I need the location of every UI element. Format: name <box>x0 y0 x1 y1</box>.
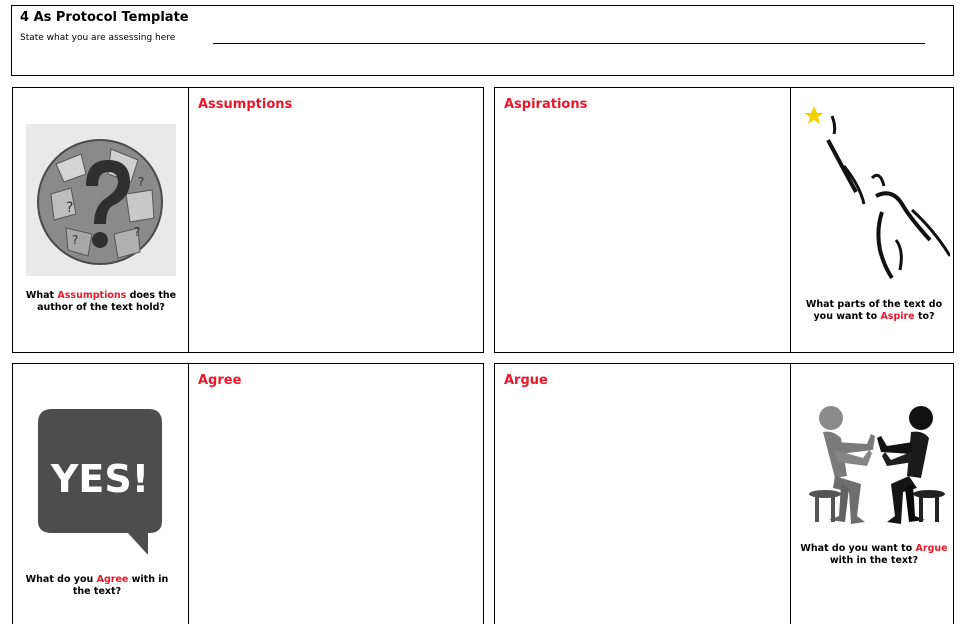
page-title: 4 As Protocol Template <box>20 10 189 25</box>
agree-keyword: Agree <box>96 574 129 585</box>
svg-text:?: ? <box>72 233 78 247</box>
aspirations-response-area[interactable] <box>497 118 787 350</box>
assumptions-panel: ? ? ? ? What Assumptions does the author… <box>12 87 484 353</box>
assessing-prompt: State what you are assessing here <box>20 33 176 43</box>
agree-heading: Agree <box>198 373 242 388</box>
svg-text:?: ? <box>66 200 73 216</box>
svg-text:?: ? <box>134 225 140 239</box>
aspirations-heading: Aspirations <box>504 97 588 112</box>
aspirations-panel: Aspirations What parts of the text do yo… <box>494 87 954 353</box>
assessing-answer-line[interactable] <box>213 43 925 44</box>
assumptions-response-area[interactable] <box>190 118 482 350</box>
panel-divider <box>188 88 189 352</box>
argue-keyword: Argue <box>915 543 948 554</box>
argue-question: What do you want to Argue with in the te… <box>800 543 948 566</box>
svg-text:?: ? <box>138 175 144 189</box>
yes-bubble-text: YES! <box>50 457 149 501</box>
assumptions-heading: Assumptions <box>198 97 293 112</box>
panel-divider <box>790 88 791 352</box>
assumptions-keyword: Assumptions <box>57 290 127 301</box>
argue-response-area[interactable] <box>497 394 787 622</box>
yes-speech-bubble-icon: YES! <box>38 409 162 554</box>
puzzle-globe-question-icon: ? ? ? ? <box>26 124 176 276</box>
agree-question: What do you Agree with in the text? <box>25 574 169 597</box>
aspirations-keyword: Aspire <box>880 311 915 322</box>
two-people-arguing-icon <box>809 406 945 524</box>
argue-heading: Argue <box>504 373 548 388</box>
panel-divider <box>790 364 791 624</box>
assumptions-question: What Assumptions does the author of the … <box>25 290 177 313</box>
aspirations-question: What parts of the text do you want to As… <box>805 299 943 322</box>
reaching-for-star-icon <box>804 106 950 280</box>
header-box: 4 As Protocol Template State what you ar… <box>11 5 954 76</box>
agree-response-area[interactable] <box>190 394 482 622</box>
agree-panel: YES! What do you Agree with in the text?… <box>12 363 484 624</box>
argue-panel: Argue What do you want to Argue with in … <box>494 363 954 624</box>
panel-divider <box>188 364 189 624</box>
